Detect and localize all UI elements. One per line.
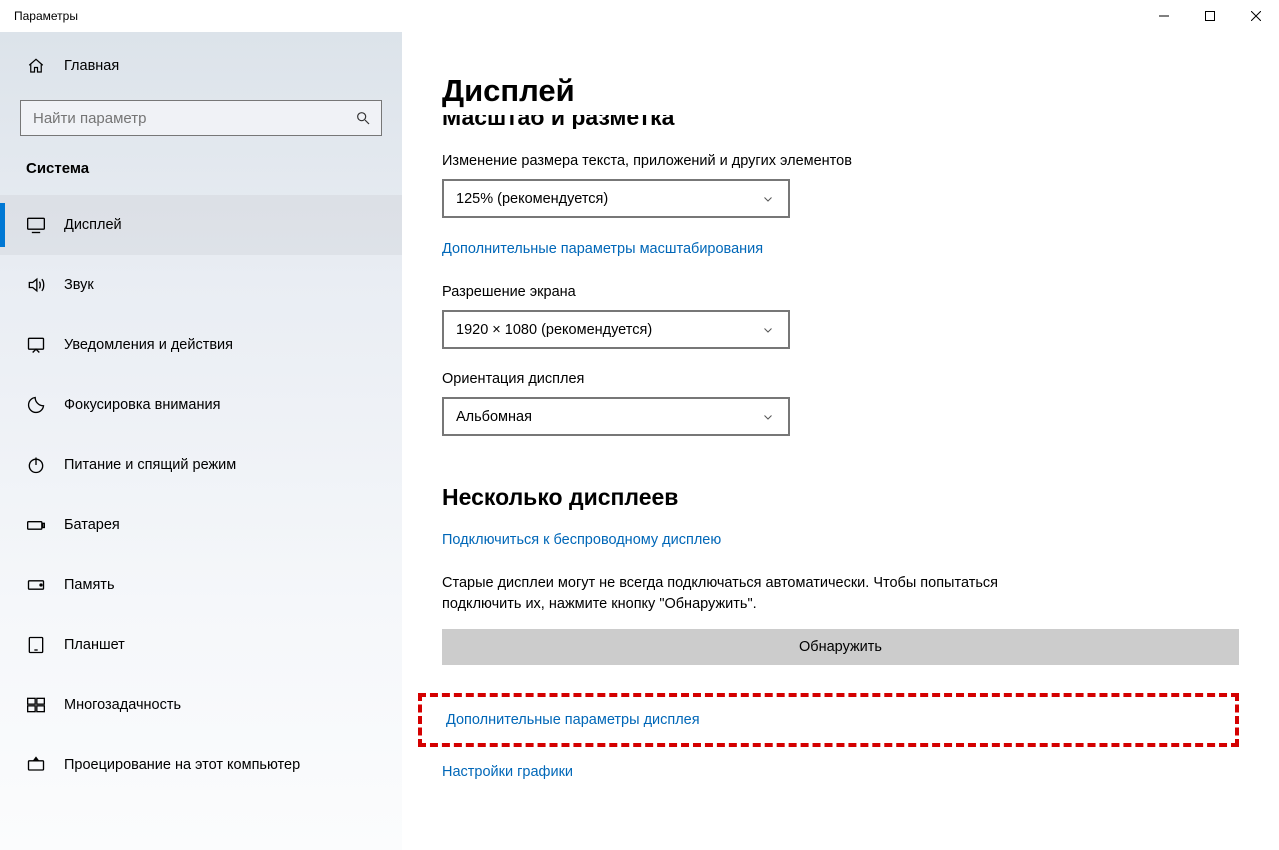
battery-icon	[26, 515, 46, 535]
sidebar: Главная Система Дисплей	[0, 32, 402, 850]
sidebar-item-notifications[interactable]: Уведомления и действия	[0, 315, 402, 375]
sidebar-item-focus[interactable]: Фокусировка внимания	[0, 375, 402, 435]
sidebar-item-battery[interactable]: Батарея	[0, 495, 402, 555]
detect-text: Старые дисплеи могут не всегда подключат…	[442, 573, 1002, 615]
maximize-button[interactable]	[1187, 0, 1233, 32]
focus-icon	[26, 395, 46, 415]
sidebar-item-label: Планшет	[64, 637, 125, 653]
storage-icon	[26, 575, 46, 595]
sidebar-item-label: Фокусировка внимания	[64, 397, 220, 413]
display-icon	[26, 215, 46, 235]
chevron-down-icon	[760, 409, 776, 425]
page-title: Дисплей	[442, 72, 1239, 109]
orientation-label: Ориентация дисплея	[442, 371, 1239, 387]
resolution-dropdown[interactable]: 1920 × 1080 (рекомендуется)	[442, 310, 790, 349]
chevron-down-icon	[760, 322, 776, 338]
minimize-button[interactable]	[1141, 0, 1187, 32]
sidebar-item-sound[interactable]: Звук	[0, 255, 402, 315]
adv-scale-link[interactable]: Дополнительные параметры масштабирования	[442, 241, 763, 257]
titlebar: Параметры	[0, 0, 1279, 32]
sidebar-item-project[interactable]: Проецирование на этот компьютер	[0, 735, 402, 795]
wireless-display-link[interactable]: Подключиться к беспроводному дисплею	[442, 532, 721, 548]
detect-button[interactable]: Обнаружить	[442, 629, 1239, 665]
highlight-annotation: Дополнительные параметры дисплея	[418, 693, 1239, 747]
adv-display-link[interactable]: Дополнительные параметры дисплея	[446, 712, 700, 728]
close-button[interactable]	[1233, 0, 1279, 32]
content-area: Дисплей Масштаб и разметка Изменение раз…	[402, 32, 1279, 850]
window-title: Параметры	[0, 0, 78, 32]
chevron-down-icon	[760, 191, 776, 207]
home-link[interactable]: Главная	[0, 50, 402, 82]
resolution-value: 1920 × 1080 (рекомендуется)	[456, 322, 652, 338]
sidebar-item-tablet[interactable]: Планшет	[0, 615, 402, 675]
sidebar-item-label: Батарея	[64, 517, 120, 533]
section-scale-heading: Масштаб и разметка	[442, 115, 1239, 129]
nav-list: Дисплей Звук Уведомления и действия	[0, 195, 402, 795]
tablet-icon	[26, 635, 46, 655]
sidebar-item-label: Питание и спящий режим	[64, 457, 236, 473]
search-field[interactable]	[33, 110, 355, 127]
home-label: Главная	[64, 58, 119, 74]
search-icon	[355, 110, 371, 126]
scale-value: 125% (рекомендуется)	[456, 191, 608, 207]
graphics-link[interactable]: Настройки графики	[442, 764, 573, 780]
sidebar-item-storage[interactable]: Память	[0, 555, 402, 615]
project-icon	[26, 755, 46, 775]
sidebar-item-power[interactable]: Питание и спящий режим	[0, 435, 402, 495]
category-header: Система	[0, 160, 402, 195]
notifications-icon	[26, 335, 46, 355]
section-multi-heading: Несколько дисплеев	[442, 484, 1239, 511]
sidebar-item-label: Звук	[64, 277, 94, 293]
sound-icon	[26, 275, 46, 295]
orientation-value: Альбомная	[456, 409, 532, 425]
home-icon	[26, 56, 46, 76]
sidebar-item-label: Уведомления и действия	[64, 337, 233, 353]
scale-dropdown[interactable]: 125% (рекомендуется)	[442, 179, 790, 218]
sidebar-item-label: Дисплей	[64, 217, 122, 233]
sidebar-item-multitask[interactable]: Многозадачность	[0, 675, 402, 735]
scale-label: Изменение размера текста, приложений и д…	[442, 153, 1239, 169]
multitask-icon	[26, 695, 46, 715]
sidebar-item-label: Проецирование на этот компьютер	[64, 757, 300, 773]
power-icon	[26, 455, 46, 475]
search-input[interactable]	[20, 100, 382, 136]
sidebar-item-label: Многозадачность	[64, 697, 181, 713]
sidebar-item-display[interactable]: Дисплей	[0, 195, 402, 255]
resolution-label: Разрешение экрана	[442, 284, 1239, 300]
orientation-dropdown[interactable]: Альбомная	[442, 397, 790, 436]
sidebar-item-label: Память	[64, 577, 115, 593]
